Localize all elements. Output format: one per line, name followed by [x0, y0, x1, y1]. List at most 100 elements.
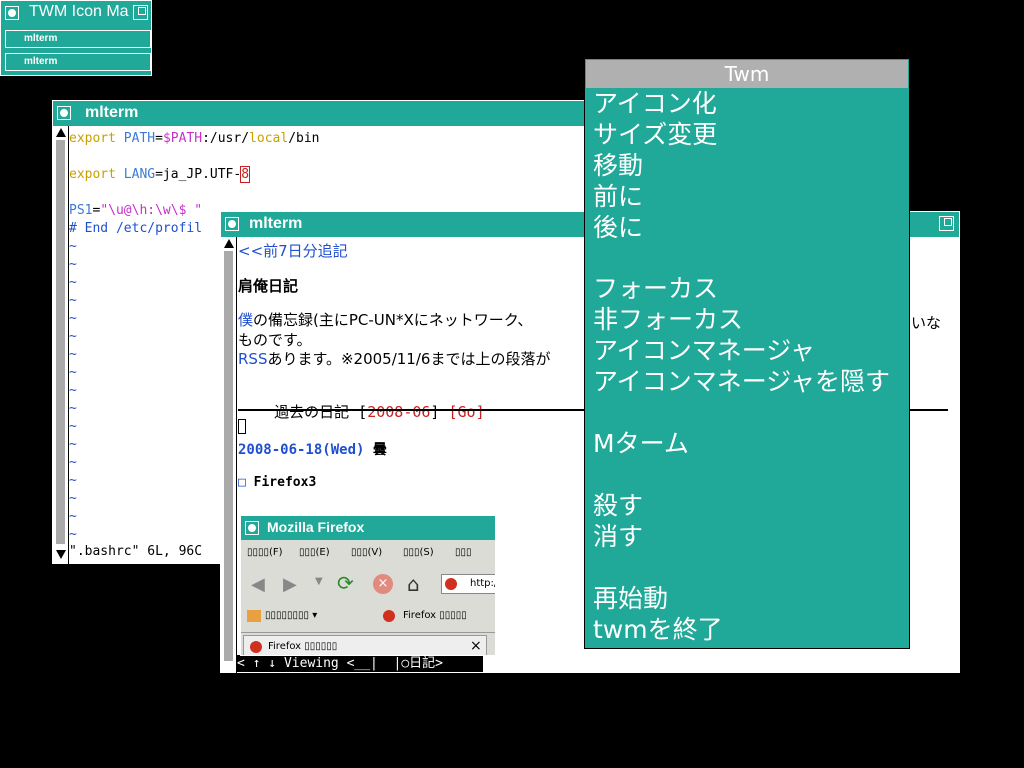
url-text: http:// — [470, 578, 495, 589]
resize-icon[interactable] — [133, 5, 148, 20]
description-tail: いな — [911, 314, 942, 332]
menu-item-unfocus[interactable]: 非フォーカス — [593, 305, 743, 335]
scroll-up-arrow[interactable] — [224, 239, 234, 248]
menu-item-kill[interactable]: 殺す — [593, 491, 643, 521]
bracket: [ — [349, 403, 368, 421]
section-line: □ Firefox3 — [238, 475, 316, 490]
go-button[interactable]: [Go] — [448, 403, 484, 421]
description-text: の備忘録(主にPC-UN*Xにネットワーク、 — [253, 311, 533, 329]
editor-line: export PATH=$PATH:/usr/local/bin — [69, 130, 589, 148]
window-icon[interactable] — [245, 521, 259, 535]
scroll-down-arrow[interactable] — [56, 550, 66, 559]
vi-status-line: ".bashrc" 6L, 96C — [69, 544, 203, 559]
menu-item-delete[interactable]: 消す — [593, 522, 643, 552]
archive-select[interactable]: 2008-06 — [367, 403, 430, 421]
menu-item-restart[interactable]: 再始動 — [593, 584, 668, 614]
menu-edit[interactable]: ▯▯▯(E) — [299, 547, 330, 558]
firefox-menubar: ▯▯▯▯(F) ▯▯▯(E) ▯▯▯(V) ▯▯▯(S) ▯▯▯ — [247, 546, 495, 562]
window-icon[interactable] — [57, 106, 71, 120]
menu-title: Twm — [586, 60, 908, 88]
icon-manager: TWM Icon Ma mlterm mlterm — [0, 0, 152, 76]
menu-item-move[interactable]: 移動 — [593, 151, 643, 181]
rss-text: あります。※2005/11/6までは上の段落が — [267, 350, 551, 368]
prev-link[interactable]: <<前7日分追記 — [238, 240, 348, 261]
archive-label: 過去の日記 — [274, 403, 350, 421]
editor-line: export LANG=ja_JP.UTF-8 — [69, 166, 589, 184]
menu-item-icon-manager[interactable]: アイコンマネージャ — [593, 336, 815, 366]
scroll-thumb[interactable] — [224, 251, 233, 661]
window-icon[interactable] — [225, 217, 239, 231]
menu-item-hide-icon-manager[interactable]: アイコンマネージャを隠す — [593, 367, 890, 397]
editor-token — [116, 167, 124, 182]
section-anchor-icon[interactable]: □ — [238, 475, 246, 490]
tab-close-icon[interactable]: × — [470, 638, 482, 654]
menu-history[interactable]: ▯▯▯(S) — [403, 547, 434, 558]
history-dropdown-icon[interactable]: ▼ — [315, 576, 323, 587]
firefox-logo-icon — [383, 610, 395, 622]
forward-icon[interactable]: ▶ — [283, 574, 297, 595]
rss-link[interactable]: RSS — [238, 350, 267, 368]
nav-toolbar: ◀ ▶ ▼ ⟳ × ⌂ http:// — [241, 568, 495, 600]
stop-icon[interactable]: × — [373, 574, 393, 594]
editor-token: /bin — [288, 131, 320, 146]
entry-weather: 曇 — [364, 442, 387, 458]
section-title: Firefox3 — [245, 475, 317, 490]
url-bar[interactable]: http:// — [441, 574, 495, 594]
window-title: mlterm — [85, 104, 139, 121]
title-bar[interactable]: mlterm — [53, 101, 593, 126]
menu-item-resize[interactable]: サイズ変更 — [593, 120, 717, 150]
entry-date-line: 2008-06-18(Wed) 曇 — [238, 439, 387, 459]
window-icon[interactable] — [5, 6, 19, 20]
reload-icon[interactable]: ⟳ — [337, 571, 354, 595]
scrollbar[interactable] — [53, 126, 69, 564]
editor-token: LANG — [123, 167, 156, 182]
icon-manager-entry[interactable]: mlterm — [5, 53, 151, 71]
menu-item-lower[interactable]: 後に — [593, 213, 643, 243]
menu-file[interactable]: ▯▯▯▯(F) — [247, 547, 283, 558]
editor-token: export — [69, 167, 116, 182]
window-title: mlterm — [249, 215, 303, 232]
scroll-thumb[interactable] — [56, 140, 65, 544]
menu-item-iconify[interactable]: アイコン化 — [593, 89, 717, 119]
entry-date[interactable]: 2008-06-18(Wed) — [238, 442, 364, 458]
bracket: ] — [430, 403, 449, 421]
bookmark-item[interactable]: Firefox ▯▯▯▯▯ — [403, 610, 467, 621]
entry-label: mlterm — [24, 33, 58, 44]
editor-token — [116, 131, 124, 146]
icon-manager-entry[interactable]: mlterm — [5, 30, 151, 48]
text-cursor — [238, 419, 246, 434]
editor-token: 8 — [240, 166, 251, 183]
twm-menu: Twm アイコン化 サイズ変更 移動 前に 後に フォーカス 非フォーカス アイ… — [584, 58, 910, 649]
description-line2: ものです。 — [238, 331, 312, 349]
menu-view[interactable]: ▯▯▯(V) — [351, 547, 382, 558]
firefox-window: Mozilla Firefox ▯▯▯▯(F) ▯▯▯(E) ▯▯▯(V) ▯▯… — [240, 515, 496, 656]
title-bar[interactable]: Mozilla Firefox — [241, 516, 495, 540]
scroll-up-arrow[interactable] — [56, 128, 66, 137]
menu-item-focus[interactable]: フォーカス — [593, 274, 718, 304]
menu-item-raise[interactable]: 前に — [593, 182, 643, 212]
tab-label: Firefox ▯▯▯▯▯▯ — [268, 641, 338, 652]
back-icon[interactable]: ◀ — [251, 574, 265, 595]
home-icon[interactable]: ⌂ — [407, 572, 420, 596]
editor-token: :/usr/ — [202, 131, 250, 146]
description: 僕の備忘録(主にPC-UN*Xにネットワーク、 — [238, 312, 532, 329]
menu-item-mterm[interactable]: Mターム — [593, 429, 689, 459]
menu-item-exit[interactable]: twmを終了 — [593, 615, 723, 645]
bookmark-folder-icon — [247, 610, 261, 622]
editor-token: "\u@\h:\w\$ " — [100, 203, 203, 218]
bookmark-folder[interactable]: ▯▯▯▯▯▯▯▯ ▾ — [265, 610, 317, 621]
author-link[interactable]: 僕 — [238, 311, 253, 329]
tab[interactable]: Firefox ▯▯▯▯▯▯ × — [243, 635, 487, 655]
menu-more[interactable]: ▯▯▯ — [455, 547, 472, 558]
page-title: 肩俺日記 — [238, 277, 299, 295]
menu-title-label: Twm — [724, 62, 770, 86]
resize-icon[interactable] — [939, 216, 954, 231]
editor-token: = — [155, 131, 163, 146]
archive-line: 過去の日記 [2008-06] [Go] — [238, 383, 484, 440]
window-title: Mozilla Firefox — [267, 519, 365, 535]
scrollbar[interactable] — [221, 237, 237, 673]
editor-token: # End /etc/profil — [69, 221, 203, 236]
entry-label: mlterm — [24, 56, 58, 67]
